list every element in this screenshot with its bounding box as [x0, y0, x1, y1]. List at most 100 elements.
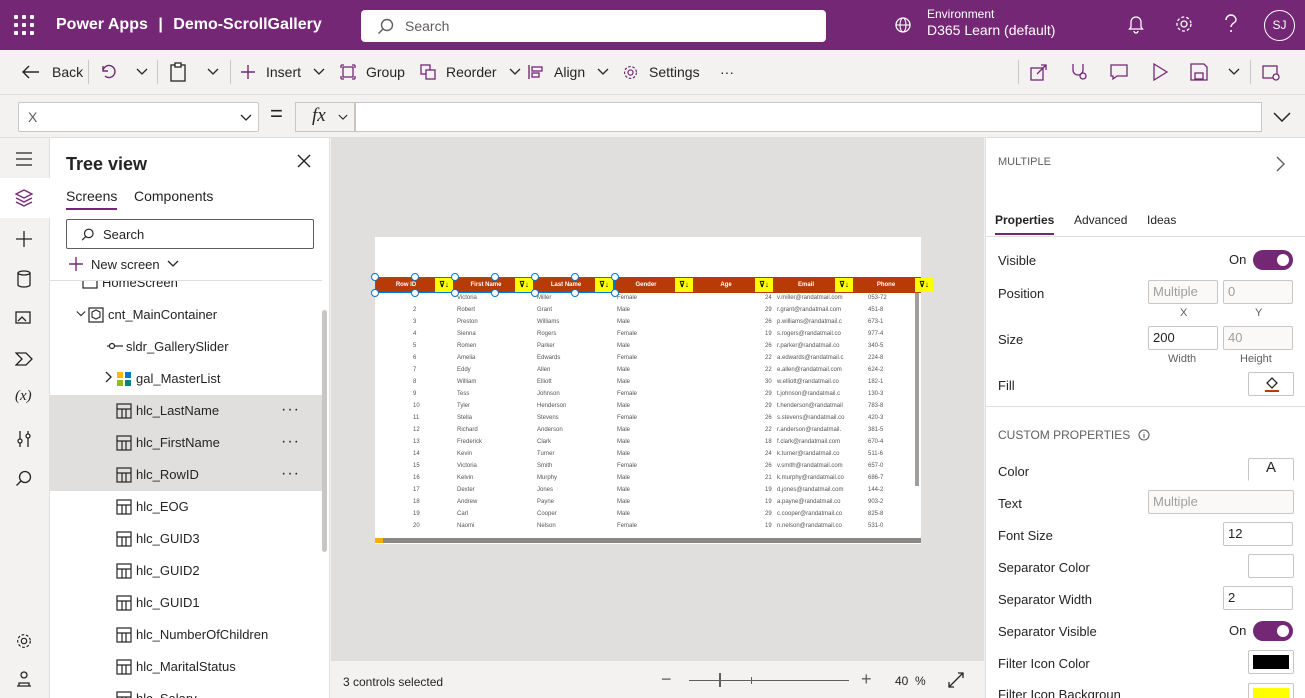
advanced-tools-icon[interactable] [15, 430, 33, 448]
expand-formula-chevron-icon[interactable] [1273, 112, 1291, 122]
tab-ideas[interactable]: Ideas [1147, 213, 1176, 227]
menu-hamburger-icon[interactable] [15, 152, 33, 166]
global-search-input[interactable]: Search [361, 10, 826, 42]
gallery-scrollbar[interactable] [915, 293, 919, 486]
chevron-right-icon[interactable] [104, 371, 114, 386]
gallery-row[interactable]: 7 Eddy Allen Male 22 e.allen@randatmail.com 62… [375, 365, 915, 377]
visible-toggle[interactable] [1253, 250, 1293, 270]
reorder-button[interactable]: Reorder [420, 50, 521, 94]
gallery-row[interactable]: 5 Romen Parker Male 26 r.parker@randatmail.co… [375, 341, 915, 353]
zoom-out-button[interactable]: − [661, 669, 672, 690]
selection-handle[interactable] [491, 273, 499, 281]
gallery-row[interactable]: 10 Tyler Henderson Male 29 t.henderson@randat… [375, 401, 915, 413]
gallery-row[interactable]: 19 Carl Cooper Male 29 c.cooper@randatmail.co… [375, 509, 915, 521]
gallery-row[interactable]: 4 Sienna Rogers Female 19 s.rogers@randatmail… [375, 329, 915, 341]
tree-node[interactable]: sldr_GallerySlider [50, 331, 322, 363]
tree-node[interactable]: HomeScreen [50, 281, 322, 299]
virtual-agent-icon[interactable] [15, 670, 33, 688]
selection-handle[interactable] [531, 289, 539, 297]
selection-handle[interactable] [411, 289, 419, 297]
undo-icon[interactable] [99, 63, 117, 81]
selection-handle[interactable] [371, 273, 379, 281]
tree-node[interactable]: hlc_EOG [50, 491, 322, 523]
more-commands-button[interactable]: ··· [720, 50, 734, 94]
gallery-row[interactable]: 18 Andrew Payne Male 19 a.payne@randatmail.co… [375, 497, 915, 509]
group-button[interactable]: Group [340, 50, 405, 94]
gallery-horizontal-scrollbar[interactable] [375, 538, 921, 543]
filter-sort-icon[interactable]: ⊽↓ [755, 278, 773, 292]
zoom-slider-thumb[interactable] [719, 673, 721, 687]
search-icon[interactable] [15, 470, 33, 488]
selection-handle[interactable] [371, 289, 379, 297]
tree-scrollbar[interactable] [322, 310, 327, 552]
tab-screens[interactable]: Screens [66, 188, 118, 210]
selection-handle[interactable] [611, 273, 619, 281]
power-automate-icon[interactable] [15, 350, 33, 368]
filter-sort-icon[interactable]: ⊽↓ [835, 278, 853, 292]
variables-icon[interactable]: (x) [15, 388, 32, 405]
selection-handle[interactable] [451, 273, 459, 281]
environment-icon[interactable] [894, 16, 912, 34]
chevron-down-icon[interactable] [76, 307, 86, 322]
selection-handle[interactable] [491, 289, 499, 297]
selection-handle[interactable] [531, 273, 539, 281]
tree-node[interactable]: hlc_Salary [50, 683, 322, 698]
data-cylinder-icon[interactable] [15, 270, 33, 288]
gallery-row[interactable]: 17 Dexter Jones Male 19 d.jones@randatmail.co… [375, 485, 915, 497]
gallery-row[interactable]: 3 Preston Williams Male 26 p.williams@randatm… [375, 317, 915, 329]
filter-icon-color-picker[interactable] [1248, 650, 1294, 674]
selection-handle[interactable] [571, 273, 579, 281]
chevron-down-icon[interactable] [136, 68, 148, 76]
filter-icon-bg-picker[interactable] [1248, 683, 1294, 698]
back-button[interactable]: Back [22, 50, 83, 94]
selection-handle[interactable] [571, 289, 579, 297]
selection-handle[interactable] [411, 273, 419, 281]
paste-icon[interactable] [169, 62, 187, 82]
gallery-row[interactable]: 11 Stella Stevens Female 26 s.stevens@randatm… [375, 413, 915, 425]
tree-node[interactable]: hlc_NumberOfChildren [50, 619, 322, 651]
node-more-button[interactable]: ··· [281, 433, 300, 451]
tree-node[interactable]: hlc_MaritalStatus [50, 651, 322, 683]
gallery-row[interactable]: 14 Kevin Turner Male 24 k.turner@randatmail.c… [375, 449, 915, 461]
help-icon[interactable] [1224, 14, 1238, 34]
text-input[interactable]: Multiple [1148, 490, 1294, 514]
tree-node[interactable]: hlc_GUID1 [50, 587, 322, 619]
chevron-down-icon[interactable] [1228, 68, 1240, 76]
tree-node[interactable]: gal_MasterList [50, 363, 322, 395]
node-more-button[interactable]: ··· [281, 465, 300, 483]
tab-properties[interactable]: Properties [995, 213, 1055, 235]
position-x-input[interactable]: Multiple [1148, 280, 1218, 304]
preview-play-icon[interactable] [1152, 63, 1168, 81]
selection-handle[interactable] [611, 289, 619, 297]
gallery-row[interactable]: 16 Kelvin Murphy Male 21 k.murphy@randatmail.… [375, 473, 915, 485]
chevron-down-icon[interactable] [207, 68, 219, 76]
separator-width-input[interactable]: 2 [1223, 586, 1293, 610]
tree-node[interactable]: hlc_FirstName ··· [50, 427, 322, 459]
user-avatar[interactable]: SJ [1264, 10, 1295, 41]
separator-visible-toggle[interactable] [1253, 621, 1293, 641]
gallery-row[interactable]: 9 Tess Johnson Female 29 t.johnson@randatmail… [375, 389, 915, 401]
publish-icon[interactable] [1262, 63, 1280, 81]
settings-gear-icon[interactable] [1174, 14, 1194, 34]
tree-node[interactable]: hlc_GUID3 [50, 523, 322, 555]
filter-sort-icon[interactable]: ⊽↓ [915, 278, 933, 292]
gallery-slider-thumb[interactable] [375, 538, 383, 543]
tree-node[interactable]: hlc_RowID ··· [50, 459, 322, 491]
zoom-in-button[interactable]: + [861, 669, 872, 690]
tree-node[interactable]: hlc_LastName ··· [50, 395, 322, 427]
gallery-row[interactable]: 6 Amelia Edwards Female 22 a.edwards@randatma… [375, 353, 915, 365]
function-button[interactable]: fx [295, 102, 355, 132]
insert-button[interactable]: Insert [240, 50, 325, 94]
color-picker[interactable]: A [1248, 458, 1294, 482]
property-dropdown[interactable]: X [18, 102, 259, 132]
height-input[interactable]: 40 [1223, 326, 1293, 350]
selection-handle[interactable] [451, 289, 459, 297]
notifications-icon[interactable] [1127, 14, 1145, 34]
gallery-row[interactable]: 15 Victoria Smith Female 26 v.smith@randatmai… [375, 461, 915, 473]
info-icon[interactable] [1138, 429, 1150, 441]
gallery-row[interactable]: 20 Naomi Nelson Female 19 n.nelson@randatmail… [375, 521, 915, 533]
new-screen-button[interactable]: New screen [68, 256, 179, 272]
align-button[interactable]: Align [528, 50, 609, 94]
formula-input[interactable] [355, 102, 1262, 132]
gallery-row[interactable]: 2 Robert Grant Male 29 r.grant@randatmail.com… [375, 305, 915, 317]
